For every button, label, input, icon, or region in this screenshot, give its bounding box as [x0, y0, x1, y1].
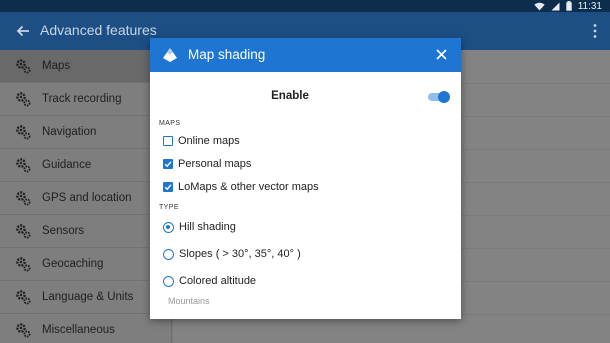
colored-altitude-radio[interactable]: Colored altitude — [163, 273, 256, 289]
radio-label: Colored altitude — [179, 275, 257, 287]
sidebar-item-track-recording[interactable]: Track recording — [0, 83, 172, 116]
lomaps-checkbox[interactable]: LoMaps & other vector maps — [163, 179, 319, 195]
sidebar-item-label: GPS and location — [42, 192, 132, 204]
sidebar-item-label: Track recording — [42, 93, 122, 105]
sidebar-item-maps[interactable]: Maps — [0, 50, 172, 83]
enable-toggle[interactable] — [428, 91, 450, 103]
checkmark-icon — [164, 161, 172, 168]
sidebar-item-label: Navigation — [42, 126, 97, 138]
personal-maps-checkbox[interactable]: Personal maps — [163, 156, 251, 172]
radio-button — [163, 275, 174, 287]
status-bar: 11:31 — [0, 0, 610, 12]
settings-sidebar: Maps Track recording Navigation Guidance… — [0, 50, 172, 343]
gear-icon — [16, 290, 31, 305]
signal-icon — [551, 2, 560, 10]
type-sublabel: Mountains — [168, 296, 210, 306]
enable-label: Enable — [271, 90, 309, 102]
radio-button — [163, 248, 174, 260]
sidebar-item-miscellaneous[interactable]: Miscellaneous — [0, 314, 172, 343]
clock: 11:31 — [577, 0, 602, 12]
checkbox-box — [163, 182, 173, 192]
hill-shading-radio[interactable]: Hill shading — [163, 219, 236, 235]
gear-icon — [16, 224, 31, 239]
sidebar-item-geocaching[interactable]: Geocaching — [0, 248, 172, 281]
dialog-header: Map shading — [150, 38, 461, 72]
gear-icon — [16, 125, 31, 140]
map-shading-dialog: Map shading Enable MAPS Online maps Pers… — [150, 38, 461, 319]
gear-icon — [16, 257, 31, 272]
slopes-radio[interactable]: Slopes ( > 30°, 35°, 40° ) — [163, 246, 301, 262]
close-icon[interactable] — [436, 49, 447, 60]
online-maps-checkbox[interactable]: Online maps — [163, 133, 240, 149]
sidebar-item-gps-and-location[interactable]: GPS and location — [0, 182, 172, 215]
gear-icon — [16, 323, 31, 338]
sidebar-item-sensors[interactable]: Sensors — [0, 215, 172, 248]
enable-row[interactable]: Enable — [150, 72, 461, 122]
toggle-thumb — [438, 91, 450, 103]
sidebar-item-label: Language & Units — [42, 291, 134, 303]
checkbox-box — [163, 136, 173, 146]
back-arrow-icon[interactable] — [12, 20, 34, 42]
checkbox-label: Online maps — [178, 135, 240, 147]
radio-label: Slopes ( > 30°, 35°, 40° ) — [179, 248, 301, 260]
sidebar-item-navigation[interactable]: Navigation — [0, 116, 172, 149]
sidebar-item-label: Guidance — [42, 159, 92, 171]
dialog-title: Map shading — [188, 47, 266, 62]
sidebar-item-guidance[interactable]: Guidance — [0, 149, 172, 182]
overflow-menu-icon[interactable] — [592, 23, 598, 39]
checkmark-icon — [164, 184, 172, 191]
checkbox-label: LoMaps & other vector maps — [178, 181, 319, 193]
sidebar-item-label: Maps — [42, 60, 71, 72]
type-section-header: TYPE — [159, 204, 179, 211]
sidebar-item-language-and-units[interactable]: Language & Units — [0, 281, 172, 314]
checkbox-label: Personal maps — [178, 158, 252, 170]
gear-icon — [16, 158, 31, 173]
radio-label: Hill shading — [179, 221, 236, 233]
checkbox-box — [163, 159, 173, 169]
maps-section-header: MAPS — [159, 120, 181, 127]
mountain-icon — [163, 48, 177, 62]
radio-button — [163, 221, 174, 233]
status-icons: 11:31 — [534, 0, 602, 12]
battery-icon — [566, 1, 572, 11]
sidebar-item-label: Sensors — [42, 225, 85, 237]
sidebar-item-label: Geocaching — [42, 258, 104, 270]
gear-icon — [16, 191, 31, 206]
gear-icon — [16, 59, 31, 74]
page-title: Advanced features — [40, 22, 157, 38]
sidebar-item-label: Miscellaneous — [42, 324, 115, 336]
gear-icon — [16, 92, 31, 107]
wifi-icon — [534, 2, 545, 10]
